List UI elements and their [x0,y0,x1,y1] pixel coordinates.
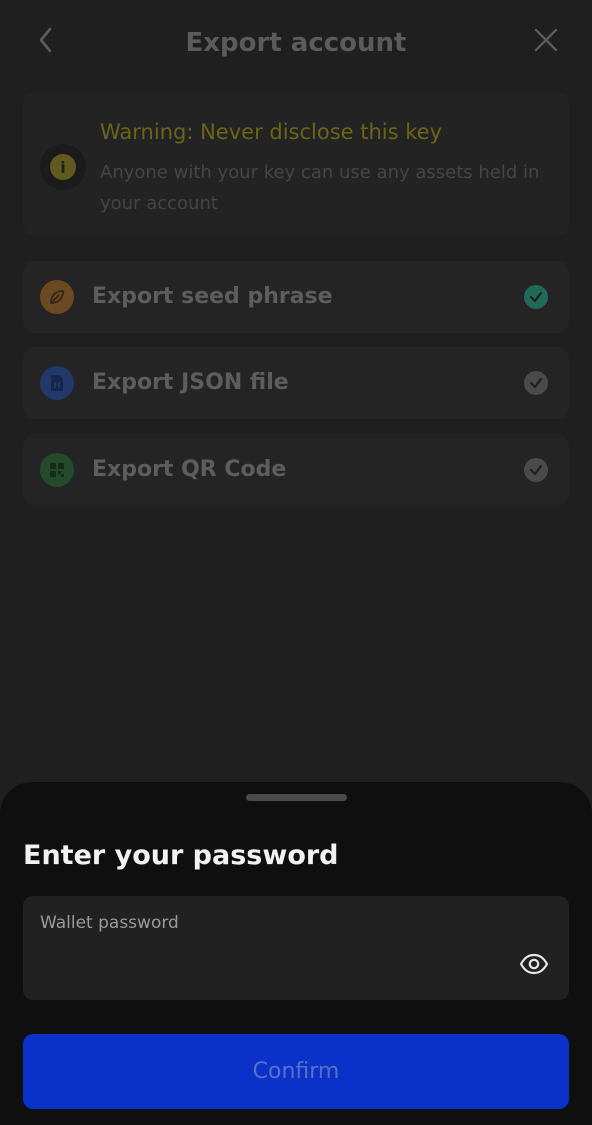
check-circle-icon [524,285,548,309]
warning-title: Warning: Never disclose this key [100,120,442,144]
confirm-button[interactable]: Confirm [23,1034,569,1109]
sheet-drag-handle[interactable] [246,794,347,801]
password-field-label: Wallet password [40,913,179,933]
qr-code-icon [40,453,74,487]
password-field[interactable]: Wallet password [23,896,569,1000]
leaf-icon [40,280,74,314]
option-label: Export JSON file [92,370,289,395]
password-bottom-sheet: Enter your password Wallet password Conf… [0,782,592,1125]
option-export-qr-code[interactable]: Export QR Code [23,434,569,506]
page-title: Export account [185,28,407,58]
close-icon [534,28,558,52]
sheet-title: Enter your password [23,840,339,871]
option-label: Export QR Code [92,457,287,482]
info-icon: i [50,154,76,180]
option-export-seed-phrase[interactable]: Export seed phrase [23,261,569,333]
file-json-icon [40,366,74,400]
close-button[interactable] [530,24,562,56]
eye-icon [519,953,549,975]
check-circle-icon [524,371,548,395]
warning-icon-wrap: i [40,144,86,190]
warning-body: Anyone with your key can use any assets … [100,162,540,214]
password-input[interactable] [40,946,504,984]
option-export-json-file[interactable]: Export JSON file [23,347,569,419]
toggle-password-visibility-button[interactable] [517,950,551,978]
option-label: Export seed phrase [92,284,333,309]
check-circle-icon [524,458,548,482]
